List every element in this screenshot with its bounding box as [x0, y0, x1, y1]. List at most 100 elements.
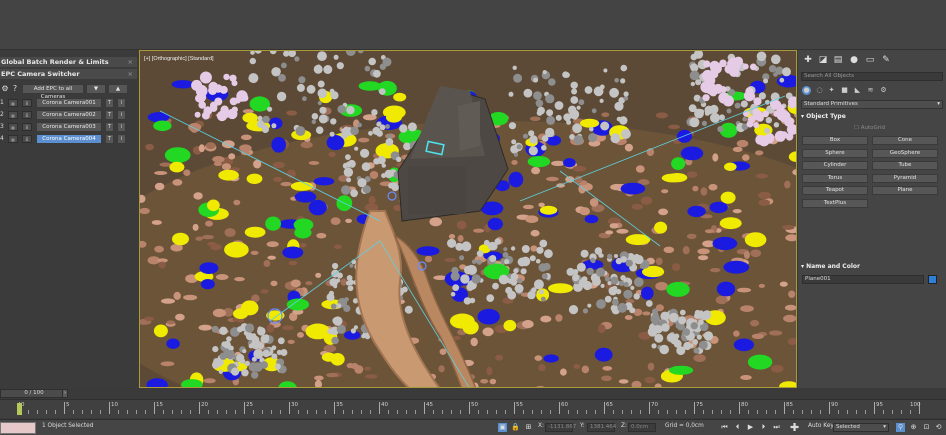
- name-color-header[interactable]: ▾ Name and Color: [801, 262, 943, 271]
- key-filter-dropdown[interactable]: Selected ▾: [833, 423, 889, 432]
- create-cylinder-button[interactable]: Cylinder: [802, 161, 868, 170]
- shapes-icon[interactable]: ◌: [815, 86, 824, 95]
- lights-icon[interactable]: ✦: [827, 86, 836, 95]
- camera-settings-icon[interactable]: ▦: [8, 111, 18, 119]
- camera-name-button[interactable]: Corona Camera003: [36, 122, 102, 132]
- create-cone-button[interactable]: Cone: [872, 136, 938, 145]
- spacewarps-icon[interactable]: ≋: [866, 86, 875, 95]
- zoom-all-icon[interactable]: ⊕: [909, 423, 918, 432]
- camera-name-button[interactable]: Corona Camera004: [36, 134, 102, 144]
- camera-settings-icon[interactable]: ▦: [8, 123, 18, 131]
- create-plane-button[interactable]: Plane: [872, 186, 938, 195]
- next-frame-icon[interactable]: ⏵: [759, 423, 768, 432]
- systems-icon[interactable]: ⚙: [879, 86, 888, 95]
- x-coordinate-field[interactable]: -1131.867: [545, 423, 576, 432]
- motion-tab-icon[interactable]: ●: [849, 55, 859, 65]
- orbit-icon[interactable]: ⟲: [934, 423, 943, 432]
- time-slider-knob[interactable]: 0 / 100 ›: [0, 389, 68, 398]
- frame-tick: [820, 410, 821, 414]
- time-slider[interactable]: 0 / 100 ›: [0, 389, 946, 398]
- camera-info-icon[interactable]: i: [117, 122, 126, 132]
- geometry-icon[interactable]: ●: [802, 86, 811, 95]
- camera-info-icon[interactable]: i: [117, 110, 126, 120]
- helpers-icon[interactable]: ◣: [853, 86, 862, 95]
- zoom-icon[interactable]: ⚲: [896, 423, 905, 432]
- camera-settings-icon[interactable]: ▦: [8, 99, 18, 107]
- chevron-right-icon[interactable]: ›: [62, 389, 68, 398]
- cameras-icon[interactable]: ■: [840, 86, 849, 95]
- move-up-button[interactable]: ▲: [108, 84, 128, 94]
- close-icon[interactable]: ×: [128, 69, 133, 79]
- camera-name-button[interactable]: Corona Camera001: [36, 98, 102, 108]
- category-dropdown[interactable]: Standard Primitives ▾: [801, 100, 943, 109]
- camera-target-icon[interactable]: T: [105, 134, 114, 144]
- create-torus-button[interactable]: Torus: [802, 173, 868, 183]
- foliage-particle: [779, 77, 785, 83]
- create-textplus-button[interactable]: TextPlus: [802, 198, 868, 208]
- foliage-particle: [353, 325, 358, 330]
- modify-tab-icon[interactable]: ◪: [818, 55, 828, 65]
- frame-tick: [298, 410, 299, 414]
- camera-row[interactable]: 4 ▦ B Corona Camera004 Ti: [0, 134, 134, 144]
- go-to-end-icon[interactable]: ⏭: [772, 423, 781, 432]
- play-icon[interactable]: ▶: [746, 423, 755, 432]
- transform-mode-icon[interactable]: ⊞: [524, 423, 533, 432]
- move-down-button[interactable]: ▼: [86, 84, 106, 94]
- utilities-tab-icon[interactable]: ✎: [881, 55, 891, 65]
- camera-row[interactable]: 3 ▦ B Corona Camera003 Ti: [0, 122, 134, 132]
- create-box-button[interactable]: Box: [802, 136, 868, 145]
- object-color-swatch[interactable]: [928, 275, 937, 284]
- camera-row[interactable]: 1 ▦ B Corona Camera001 Ti: [0, 98, 134, 108]
- display-tab-icon[interactable]: ▭: [865, 55, 875, 65]
- lock-icon[interactable]: 🔒: [511, 423, 520, 432]
- camera-render-icon[interactable]: B: [22, 111, 32, 119]
- auto-key-button[interactable]: Auto Key: [808, 423, 834, 429]
- camera-render-icon[interactable]: B: [22, 99, 32, 107]
- foliage-particle: [281, 62, 287, 69]
- go-to-start-icon[interactable]: ⏮: [720, 423, 729, 432]
- object-name-field[interactable]: Plane001: [802, 275, 924, 284]
- close-icon[interactable]: ×: [128, 57, 133, 67]
- rollout-batch-render[interactable]: Global Batch Render & Limits ×: [0, 57, 137, 67]
- foliage-particle: [330, 118, 337, 125]
- previous-frame-icon[interactable]: ⏴: [733, 423, 742, 432]
- leaf-petal: [560, 368, 567, 376]
- object-type-header[interactable]: ▾ Object Type: [801, 112, 943, 121]
- create-tube-button[interactable]: Tube: [872, 161, 938, 170]
- z-coordinate-field[interactable]: 0.0cm: [628, 423, 656, 432]
- isolate-icon[interactable]: ▣: [498, 423, 507, 432]
- create-sphere-button[interactable]: Sphere: [802, 148, 868, 158]
- track-bar[interactable]: 0 5 10 15 20 25 30 35 40 45 50 55 60 65 70 75 80 85 90 95 10…: [0, 399, 946, 418]
- camera-target-icon[interactable]: T: [105, 98, 114, 108]
- create-geosphere-button[interactable]: GeoSphere: [872, 148, 938, 158]
- foliage-particle: [336, 272, 343, 279]
- help-icon[interactable]: ?: [10, 84, 20, 94]
- camera-name-button[interactable]: Corona Camera002: [36, 110, 102, 120]
- search-input[interactable]: Search All Objects: [801, 72, 943, 81]
- set-key-icon[interactable]: ✚: [790, 422, 799, 433]
- current-frame-marker[interactable]: [17, 403, 22, 415]
- viewport-label[interactable]: [+] [Orthographic] [Standard]: [144, 56, 214, 62]
- foliage-particle: [590, 257, 596, 263]
- camera-render-icon[interactable]: B: [22, 123, 32, 131]
- camera-info-icon[interactable]: i: [117, 98, 126, 108]
- y-coordinate-field[interactable]: 1381.464: [587, 423, 616, 432]
- add-epc-button[interactable]: Add EPC to all Cameras: [22, 84, 84, 100]
- zoom-extents-icon[interactable]: ⊡: [922, 423, 931, 432]
- camera-target-icon[interactable]: T: [105, 122, 114, 132]
- camera-render-icon[interactable]: B: [22, 135, 32, 143]
- create-tab-icon[interactable]: ✚: [803, 55, 813, 65]
- camera-target-icon[interactable]: T: [105, 110, 114, 120]
- gear-icon[interactable]: ⚙: [0, 84, 10, 94]
- create-teapot-button[interactable]: Teapot: [802, 186, 868, 195]
- autogrid-checkbox[interactable]: ☐ AutoGrid: [854, 125, 885, 131]
- camera-settings-icon[interactable]: ▦: [8, 135, 18, 143]
- maxscript-listener[interactable]: [0, 422, 36, 434]
- rollout-camera-switcher[interactable]: EPC Camera Switcher ×: [0, 69, 137, 79]
- camera-info-icon[interactable]: i: [117, 134, 126, 144]
- camera-row[interactable]: 2 ▦ B Corona Camera002 Ti: [0, 110, 134, 120]
- hierarchy-tab-icon[interactable]: ▤: [833, 55, 843, 65]
- viewport[interactable]: [+] [Orthographic] [Standard]: [139, 50, 797, 388]
- leaf-petal: [198, 144, 205, 153]
- create-pyramid-button[interactable]: Pyramid: [872, 173, 938, 183]
